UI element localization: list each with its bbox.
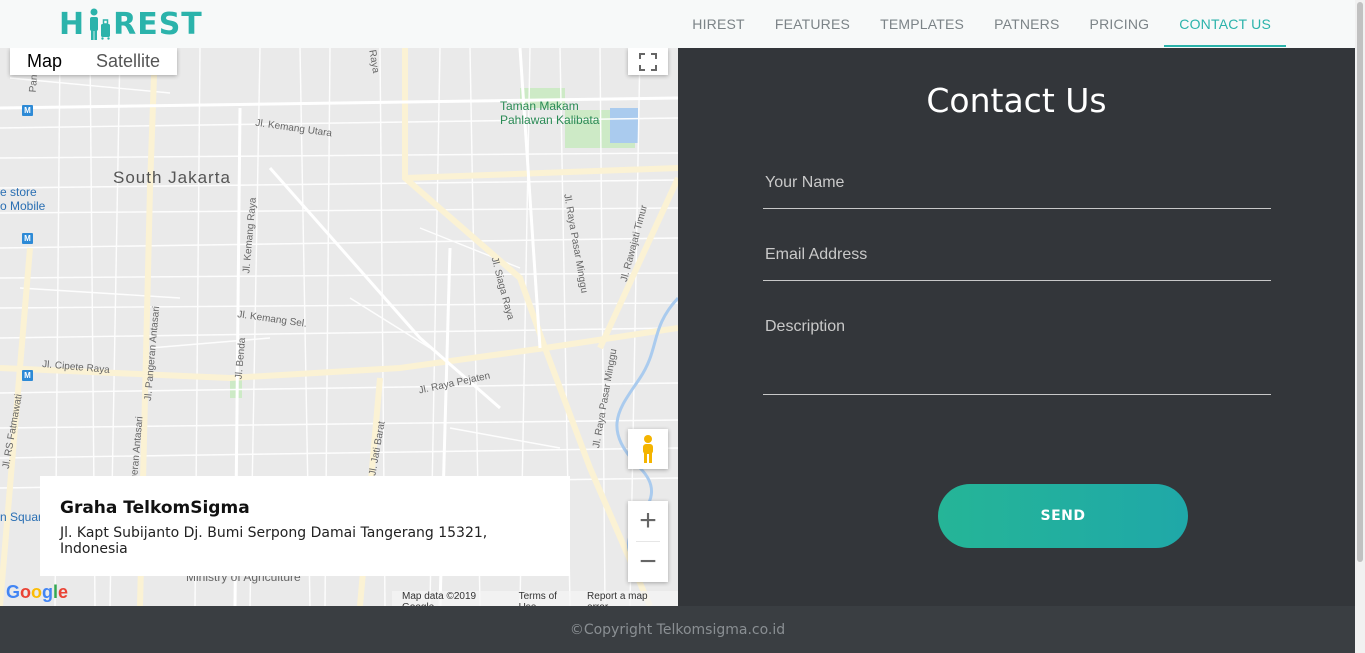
nav-menu: HIREST FEATURES TEMPLATES PATNERS PRICIN… — [677, 0, 1286, 48]
map-type-toggle: Map Satellite — [10, 48, 178, 75]
logo-text-right: REST — [113, 6, 203, 42]
page-scrollbar[interactable] — [1355, 0, 1365, 653]
send-button[interactable]: SEND — [938, 484, 1188, 548]
nav-item-contact-us[interactable]: CONTACT US — [1164, 0, 1286, 48]
zoom-control: + − — [628, 501, 668, 582]
transit-icon: M — [22, 370, 33, 381]
map-type-satellite-button[interactable]: Satellite — [79, 48, 177, 75]
name-field — [763, 174, 1271, 209]
nav-item-patners[interactable]: PATNERS — [979, 0, 1074, 48]
google-map[interactable]: Map Satellite South Jakarta Taman Makam … — [0, 48, 678, 606]
hirest-logo[interactable]: H REST — [59, 6, 203, 42]
description-field — [763, 318, 1271, 395]
scrollbar-thumb[interactable] — [1357, 2, 1363, 562]
street-label: Pan — [27, 74, 41, 93]
nav-item-templates[interactable]: TEMPLATES — [865, 0, 979, 48]
navbar: H REST HIREST FEATURES TEMPLATES PATNERS… — [0, 0, 1355, 48]
transit-icon: M — [22, 233, 33, 244]
poi-label-store: e store o Mobile — [0, 185, 46, 213]
location-info-card: Graha TelkomSigma Jl. Kapt Subijanto Dj.… — [40, 476, 570, 576]
nav-item-hirest[interactable]: HIREST — [677, 0, 760, 48]
person-luggage-icon — [86, 8, 112, 40]
google-logo[interactable]: Google — [6, 582, 68, 603]
location-address: Jl. Kapt Subijanto Dj. Bumi Serpong Dama… — [60, 525, 488, 557]
map-attribution: Map data ©2019 Google Terms of Use Repor… — [392, 591, 678, 606]
contact-panel: Contact Us SEND — [678, 48, 1355, 606]
report-map-error-link[interactable]: Report a map error — [587, 591, 668, 606]
email-input[interactable] — [763, 246, 1271, 264]
zoom-in-button[interactable]: + — [628, 501, 668, 541]
nav-item-pricing[interactable]: PRICING — [1075, 0, 1165, 48]
copyright-text: ©Copyright Telkomsigma.co.id — [569, 621, 786, 638]
description-textarea[interactable] — [763, 318, 1271, 372]
logo-text-left: H — [59, 6, 86, 42]
transit-icon: M — [22, 105, 33, 116]
footer: ©Copyright Telkomsigma.co.id — [0, 606, 1355, 653]
terms-of-use-link[interactable]: Terms of Use — [519, 591, 575, 606]
street-view-pegman-icon[interactable] — [628, 429, 668, 469]
map-data-label: Map data ©2019 Google — [402, 591, 477, 606]
email-field — [763, 246, 1271, 281]
location-title: Graha TelkomSigma — [60, 498, 250, 518]
map-type-map-button[interactable]: Map — [10, 48, 79, 75]
nav-item-features[interactable]: FEATURES — [760, 0, 865, 48]
area-label-south-jakarta: South Jakarta — [113, 168, 231, 187]
fullscreen-icon[interactable] — [628, 48, 668, 75]
contact-title: Contact Us — [926, 81, 1107, 120]
street-label: n Squar — [0, 510, 43, 524]
name-input[interactable] — [763, 174, 1271, 192]
poi-label-kalibata: Taman Makam Pahlawan Kalibata — [500, 99, 600, 127]
zoom-out-button[interactable]: − — [628, 542, 668, 582]
